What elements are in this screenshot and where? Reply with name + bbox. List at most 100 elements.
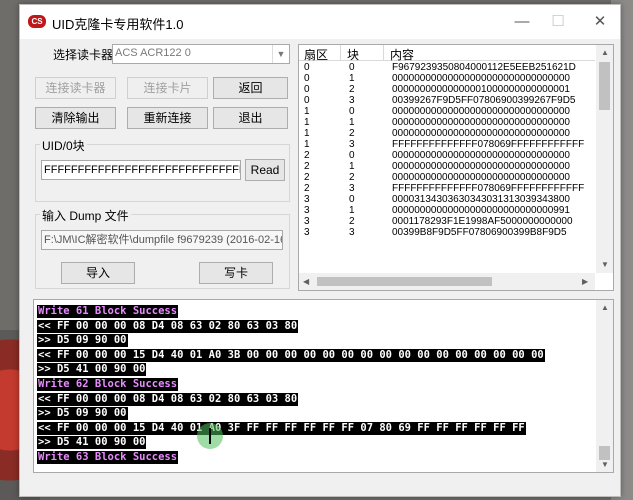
grid-header-block[interactable]: 块 — [347, 46, 359, 63]
log-line: << FF 00 00 00 08 D4 08 63 02 80 63 03 8… — [37, 319, 299, 333]
cell-content: FFFFFFFFFFFFFF078069FFFFFFFFFFFF — [392, 183, 585, 194]
log-scroll-up-icon[interactable]: ▲ — [601, 303, 609, 312]
cell-block: 2 — [349, 128, 355, 139]
cell-content: 00000000000000000000000000000000 — [392, 106, 570, 117]
cell-sector: 0 — [304, 84, 310, 95]
table-row[interactable]: 3 1 00000000000000000000000000000991 — [299, 205, 595, 216]
cell-block: 2 — [349, 84, 355, 95]
table-row[interactable]: 2 0 00000000000000000000000000000000 — [299, 150, 595, 161]
block-grid[interactable]: 扇区 块 内容 0 0 F9679239350804000112E5EEB25162… — [298, 44, 614, 291]
cell-block: 0 — [349, 106, 355, 117]
connect-reader-button[interactable]: 连接读卡器 — [35, 77, 116, 99]
dump-path-input[interactable]: F:\JM\IC解密软件\dumpfile f9679239 (2016-02-… — [41, 230, 283, 250]
scroll-right-icon[interactable]: ▶ — [582, 277, 588, 286]
cell-content: 00000000000000000000000000000000 — [392, 172, 570, 183]
uid-group: UID/0块 FFFFFFFFFFFFFFFFFFFFFFFFFFFFFFFF … — [35, 137, 290, 202]
table-row[interactable]: 0 3 00399267F9D5FF07806900399267F9D5 — [299, 95, 595, 106]
grid-header-content[interactable]: 内容 — [390, 46, 414, 63]
log-line: >> D5 09 90 00 — [37, 407, 128, 421]
write-card-button[interactable]: 写卡 — [199, 262, 273, 284]
table-row[interactable]: 0 1 00000000000000000000000000000000 — [299, 73, 595, 84]
grid-horizontal-scrollbar[interactable]: ◀ ▶ — [299, 273, 595, 290]
grid-vertical-scroll-thumb[interactable] — [599, 62, 610, 110]
cell-block: 2 — [349, 216, 355, 227]
connect-card-button[interactable]: 连接卡片 — [127, 77, 208, 99]
table-row[interactable]: 3 2 0001178293F1E1998AF5000000000000 — [299, 216, 595, 227]
read-button[interactable]: Read — [245, 159, 285, 181]
scroll-down-icon[interactable]: ▼ — [601, 260, 609, 269]
cell-content: 00000000000000000000000000000000 — [392, 117, 570, 128]
maximize-button[interactable]: ☐ — [540, 9, 576, 35]
cell-sector: 1 — [304, 139, 310, 150]
cell-sector: 3 — [304, 194, 310, 205]
output-log[interactable]: Write 61 Block Success << FF 00 00 00 08 … — [33, 299, 614, 473]
log-line: Write 63 Block Success — [37, 451, 179, 464]
table-row[interactable]: 3 0 00003134303630343031313039343800 — [299, 194, 595, 205]
cell-content: 00000000000000001000000000000001 — [392, 84, 570, 95]
table-row[interactable]: 1 2 00000000000000000000000000000000 — [299, 128, 595, 139]
cell-block: 1 — [349, 117, 355, 128]
cell-sector: 1 — [304, 128, 310, 139]
cell-block: 0 — [349, 62, 355, 73]
cell-sector: 2 — [304, 150, 310, 161]
import-button[interactable]: 导入 — [61, 262, 135, 284]
clear-output-button[interactable]: 清除输出 — [35, 107, 116, 129]
cell-sector: 2 — [304, 172, 310, 183]
uid-input[interactable]: FFFFFFFFFFFFFFFFFFFFFFFFFFFFFFFF — [41, 160, 241, 180]
log-line: Write 61 Block Success — [37, 305, 179, 318]
table-row[interactable]: 2 2 00000000000000000000000000000000 — [299, 172, 595, 183]
cell-sector: 3 — [304, 205, 310, 216]
grid-header-sector[interactable]: 扇区 — [304, 46, 328, 63]
chevron-down-icon[interactable]: ▼ — [272, 45, 289, 63]
table-row[interactable]: 0 2 00000000000000001000000000000001 — [299, 84, 595, 95]
table-row[interactable]: 1 1 00000000000000000000000000000000 — [299, 117, 595, 128]
cell-content: 00000000000000000000000000000991 — [392, 205, 570, 216]
log-line: Write 62 Block Success — [37, 378, 179, 391]
log-vertical-scroll-thumb[interactable] — [599, 446, 610, 460]
cell-sector: 3 — [304, 216, 310, 227]
cell-content: 00000000000000000000000000000000 — [392, 161, 570, 172]
reconnect-button[interactable]: 重新连接 — [127, 107, 208, 129]
log-vertical-scrollbar[interactable]: ▲ ▼ — [596, 300, 613, 472]
cell-block: 1 — [349, 73, 355, 84]
scroll-up-icon[interactable]: ▲ — [601, 48, 609, 57]
cell-content: 00003134303630343031313039343800 — [392, 194, 570, 205]
cell-content: F9679239350804000112E5EEB251621D — [392, 62, 576, 73]
scroll-left-icon[interactable]: ◀ — [303, 277, 309, 286]
cell-content: 00000000000000000000000000000000 — [392, 150, 570, 161]
table-row[interactable]: 0 0 F9679239350804000112E5EEB251621D — [299, 62, 595, 73]
cell-sector: 2 — [304, 183, 310, 194]
cell-block: 1 — [349, 205, 355, 216]
window-title: UID克隆卡专用软件1.0 — [52, 17, 184, 32]
cell-content: 00399B8F9D5FF07806900399B8F9D5 — [392, 227, 567, 238]
grid-vertical-scrollbar[interactable]: ▲ ▼ — [596, 45, 613, 273]
grid-horizontal-scroll-thumb[interactable] — [317, 277, 492, 286]
title-bar: CS UID克隆卡专用软件1.0 — ☐ ✕ — [20, 5, 620, 39]
table-row[interactable]: 2 3 FFFFFFFFFFFFFF078069FFFFFFFFFFFF — [299, 183, 595, 194]
text-cursor-icon — [209, 428, 211, 444]
cell-block: 2 — [349, 172, 355, 183]
cell-sector: 0 — [304, 95, 310, 106]
cell-block: 3 — [349, 183, 355, 194]
log-scroll-down-icon[interactable]: ▼ — [601, 460, 609, 469]
cell-content: 00000000000000000000000000000000 — [392, 128, 570, 139]
back-button[interactable]: 返回 — [213, 77, 288, 99]
table-row[interactable]: 3 3 00399B8F9D5FF07806900399B8F9D5 — [299, 227, 595, 238]
grid-header: 扇区 块 内容 — [299, 45, 595, 63]
cell-sector: 0 — [304, 73, 310, 84]
cell-block: 1 — [349, 161, 355, 172]
reader-select[interactable]: ACS ACR122 0 ▼ — [112, 44, 290, 64]
log-line: << FF 00 00 00 15 D4 40 01 A0 3F FF FF F… — [37, 421, 526, 435]
main-window: CS UID克隆卡专用软件1.0 — ☐ ✕ 选择读卡器 ACS ACR122 … — [19, 4, 621, 497]
table-row[interactable]: 1 0 00000000000000000000000000000000 — [299, 106, 595, 117]
cell-sector: 1 — [304, 106, 310, 117]
log-line: << FF 00 00 00 08 D4 08 63 02 80 63 03 8… — [37, 392, 299, 406]
close-button[interactable]: ✕ — [582, 9, 618, 35]
table-row[interactable]: 2 1 00000000000000000000000000000000 — [299, 161, 595, 172]
cell-block: 3 — [349, 139, 355, 150]
table-row[interactable]: 1 3 FFFFFFFFFFFFFF078069FFFFFFFFFFFF — [299, 139, 595, 150]
exit-button[interactable]: 退出 — [213, 107, 288, 129]
minimize-button[interactable]: — — [504, 9, 540, 35]
uid-legend: UID/0块 — [40, 137, 87, 154]
log-line: >> D5 41 00 90 00 — [37, 363, 147, 377]
